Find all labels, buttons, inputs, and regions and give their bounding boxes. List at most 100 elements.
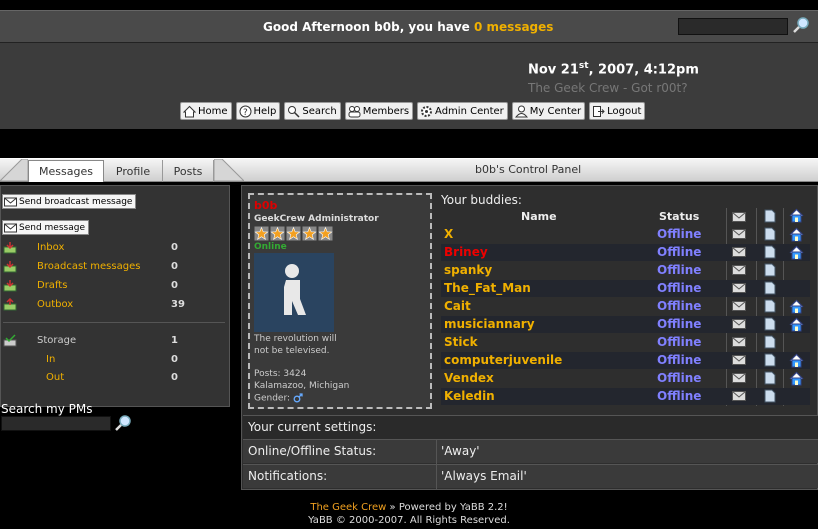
tab-posts[interactable]: Posts xyxy=(163,160,214,182)
inbox-icon xyxy=(3,260,17,272)
setting-row: Online/Offline Status: 'Away' xyxy=(243,439,818,464)
buddy-name[interactable]: Vendex xyxy=(444,371,494,385)
buddy-row: computerjuvenile Offline xyxy=(441,352,810,369)
send-pm-icon[interactable] xyxy=(732,283,746,293)
buddy-row: Briney Offline xyxy=(441,244,810,261)
copyright: YaBB © 2000-2007. All Rights Reserved. xyxy=(308,515,510,526)
buddy-status: Offline xyxy=(657,371,702,385)
folder-drafts[interactable]: Drafts 0 xyxy=(3,277,225,293)
buddy-name[interactable]: musiciannary xyxy=(444,317,535,331)
buddy-status: Offline xyxy=(657,263,702,277)
profile-icon[interactable] xyxy=(763,299,777,313)
profile-icon[interactable] xyxy=(763,227,777,241)
buddy-row: X Offline xyxy=(441,226,810,243)
search-button[interactable]: Search xyxy=(284,102,341,120)
tab-decoration-left xyxy=(0,159,28,181)
setting-divider xyxy=(436,465,437,489)
buddy-name[interactable]: computerjuvenile xyxy=(444,353,562,367)
inbox-icon xyxy=(3,241,17,253)
send-pm-icon[interactable] xyxy=(732,301,746,311)
website-icon[interactable] xyxy=(789,317,804,332)
admin-center-button[interactable]: Admin Center xyxy=(417,102,508,120)
site-tagline: The Geek Crew - Got r00t? xyxy=(528,81,688,95)
profile-icon[interactable] xyxy=(763,353,777,367)
send-pm-icon[interactable] xyxy=(732,247,746,257)
buddy-name[interactable]: The_Fat_Man xyxy=(444,281,531,295)
buddy-name[interactable]: Cait xyxy=(444,299,471,313)
send-message-button[interactable]: Send message xyxy=(2,220,89,235)
setting-key: Notifications: xyxy=(248,469,328,483)
profile-icon[interactable] xyxy=(763,281,777,295)
profile-icon[interactable] xyxy=(763,245,777,259)
messages-link[interactable]: 0 messages xyxy=(474,20,553,34)
home-icon xyxy=(183,105,196,117)
current-date: Nov 21st, 2007, 4:12pm xyxy=(528,61,699,78)
logout-button[interactable]: Logout xyxy=(589,102,646,120)
signature-line-1: The revolution will xyxy=(254,334,337,344)
search-pms-input[interactable] xyxy=(1,416,111,431)
buddy-name[interactable]: Keledin xyxy=(444,389,495,403)
storage-out-label: Out xyxy=(46,371,65,383)
buddy-status: Offline xyxy=(657,299,702,313)
col-status-header: Status xyxy=(659,210,700,223)
folder-count: 39 xyxy=(171,298,185,310)
buddy-name[interactable]: Briney xyxy=(444,245,488,259)
folder-label: Outbox xyxy=(37,298,74,310)
profile-icon[interactable] xyxy=(763,389,777,403)
buddy-name[interactable]: X xyxy=(444,227,453,241)
help-button[interactable]: ? Help xyxy=(235,102,281,120)
buddy-status: Offline xyxy=(657,335,702,349)
outbox-icon xyxy=(3,297,17,310)
envelope-icon xyxy=(4,223,17,233)
search-icon[interactable] xyxy=(114,414,132,432)
my-center-button[interactable]: My Center xyxy=(511,102,586,120)
send-pm-icon[interactable] xyxy=(732,319,746,329)
storage-icon xyxy=(3,333,17,346)
profile-username[interactable]: b0b xyxy=(254,199,277,212)
website-icon[interactable] xyxy=(789,227,804,242)
profile-icon[interactable] xyxy=(763,335,777,349)
website-icon[interactable] xyxy=(789,299,804,314)
website-icon[interactable] xyxy=(789,353,804,368)
buddy-name[interactable]: spanky xyxy=(444,263,492,277)
signature-line-2: not be televised. xyxy=(254,346,330,356)
send-pm-icon[interactable] xyxy=(732,337,746,347)
setting-divider xyxy=(436,440,437,464)
profile-icon[interactable] xyxy=(763,371,777,385)
send-pm-icon[interactable] xyxy=(732,373,746,383)
tab-messages[interactable]: Messages xyxy=(28,160,104,182)
footer: The Geek Crew » Powered by YaBB 2.2! YaB… xyxy=(0,501,818,527)
send-pm-icon[interactable] xyxy=(732,391,746,401)
buddy-row: musiciannary Offline xyxy=(441,316,810,333)
storage-in[interactable]: In 0 xyxy=(3,351,225,367)
website-icon[interactable] xyxy=(789,371,804,386)
website-icon[interactable] xyxy=(789,245,804,260)
members-button[interactable]: Members xyxy=(344,102,414,120)
profile-icon[interactable] xyxy=(763,263,777,277)
control-panel-tabs: Messages Profile Posts b0b's Control Pan… xyxy=(0,158,818,182)
send-pm-icon[interactable] xyxy=(732,229,746,239)
send-pm-icon[interactable] xyxy=(732,355,746,365)
powered-by: » Powered by YaBB 2.2! xyxy=(386,502,508,513)
gender: Gender: xyxy=(254,393,303,404)
folder-outbox[interactable]: Outbox 39 xyxy=(3,296,225,312)
send-pm-icon[interactable] xyxy=(732,265,746,275)
buddies-title: Your buddies: xyxy=(441,193,522,207)
setting-row: Notifications: 'Always Email' xyxy=(243,464,818,489)
svg-text:?: ? xyxy=(243,108,248,118)
buddy-name[interactable]: Stick xyxy=(444,335,478,349)
folder-broadcast[interactable]: Broadcast messages 0 xyxy=(3,258,225,274)
storage-out[interactable]: Out 0 xyxy=(3,369,225,385)
home-button[interactable]: Home xyxy=(180,102,232,120)
profile-icon[interactable] xyxy=(763,317,777,331)
search-icon[interactable] xyxy=(792,16,810,34)
setting-value: 'Away' xyxy=(441,444,480,458)
tab-profile[interactable]: Profile xyxy=(104,160,163,182)
folder-inbox[interactable]: Inbox 0 xyxy=(3,239,225,255)
site-link[interactable]: The Geek Crew xyxy=(310,502,386,513)
buddy-status: Offline xyxy=(657,353,702,367)
setting-value: 'Always Email' xyxy=(441,469,527,483)
broadcast-icon xyxy=(4,197,17,207)
send-broadcast-button[interactable]: Send broadcast message xyxy=(2,194,137,209)
top-search-input[interactable] xyxy=(678,18,788,35)
